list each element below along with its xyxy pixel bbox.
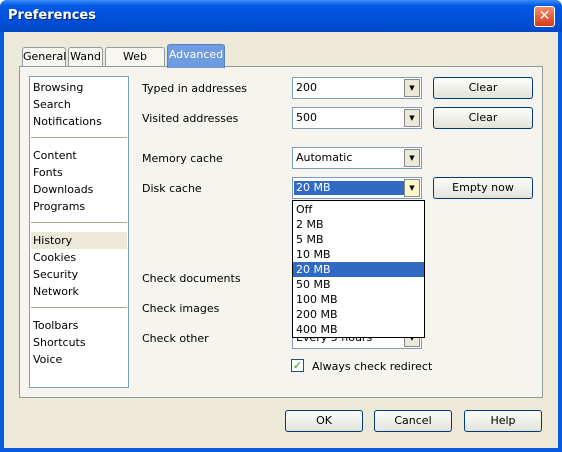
tab-web-pages[interactable]: Web pages xyxy=(105,47,165,81)
sidebar-item-history[interactable]: History xyxy=(31,232,127,249)
disk-cache-option[interactable]: 200 MB xyxy=(293,307,424,322)
disk-cache-select[interactable]: 20 MB ▼ xyxy=(292,177,422,199)
sidebar-item-network[interactable]: Network xyxy=(31,283,127,300)
disk-cache-dropdown-list[interactable]: Off 2 MB 5 MB 10 MB 20 MB 50 MB 100 MB 2… xyxy=(292,200,425,338)
check-other-label: Check other xyxy=(142,332,209,345)
chevron-down-icon[interactable]: ▼ xyxy=(404,149,420,167)
disk-cache-option-selected[interactable]: 20 MB xyxy=(293,262,424,277)
disk-cache-option[interactable]: 100 MB xyxy=(293,292,424,307)
category-list[interactable]: Browsing Search Notifications Content Fo… xyxy=(29,76,129,388)
empty-now-button[interactable]: Empty now xyxy=(433,177,533,199)
sidebar-divider xyxy=(31,307,127,308)
disk-cache-option[interactable]: 5 MB xyxy=(293,232,424,247)
close-icon: ✕ xyxy=(538,8,551,24)
sidebar-item-downloads[interactable]: Downloads xyxy=(31,181,127,198)
visited-addresses-value: 500 xyxy=(296,111,317,124)
sidebar-item-search[interactable]: Search xyxy=(31,96,127,113)
memory-cache-select[interactable]: Automatic ▼ xyxy=(292,147,422,169)
typed-addresses-label: Typed in addresses xyxy=(142,82,247,95)
sidebar-item-voice[interactable]: Voice xyxy=(31,351,127,368)
sidebar-divider xyxy=(31,137,127,138)
dialog-body: General Wand Web pages Advanced Browsing… xyxy=(4,32,558,448)
disk-cache-option[interactable]: Off xyxy=(293,202,424,217)
typed-addresses-value: 200 xyxy=(296,81,317,94)
disk-cache-option[interactable]: 10 MB xyxy=(293,247,424,262)
sidebar-item-shortcuts[interactable]: Shortcuts xyxy=(31,334,127,351)
always-check-redirect-label[interactable]: Always check redirect xyxy=(312,360,432,374)
window-title: Preferences xyxy=(8,8,96,23)
visited-addresses-select[interactable]: 500 ▼ xyxy=(292,107,422,129)
cancel-button[interactable]: Cancel xyxy=(374,410,452,432)
check-images-label: Check images xyxy=(142,302,220,315)
preferences-window: Preferences ✕ General Wand Web pages Adv… xyxy=(0,0,562,452)
sidebar-item-cookies[interactable]: Cookies xyxy=(31,249,127,266)
clear-visited-button[interactable]: Clear xyxy=(433,107,533,129)
close-button[interactable]: ✕ xyxy=(534,6,555,27)
ok-button[interactable]: OK xyxy=(285,410,363,432)
disk-cache-value: 20 MB xyxy=(294,181,404,195)
memory-cache-value: Automatic xyxy=(296,151,353,164)
advanced-panel: Browsing Search Notifications Content Fo… xyxy=(19,66,543,398)
memory-cache-label: Memory cache xyxy=(142,152,223,165)
sidebar-item-programs[interactable]: Programs xyxy=(31,198,127,215)
title-bar[interactable]: Preferences ✕ xyxy=(0,0,562,32)
tab-general[interactable]: General xyxy=(22,47,66,67)
chevron-down-icon[interactable]: ▼ xyxy=(404,79,420,97)
typed-addresses-select[interactable]: 200 ▼ xyxy=(292,77,422,99)
sidebar-divider xyxy=(31,222,127,223)
chevron-down-icon[interactable]: ▼ xyxy=(404,179,420,197)
tab-advanced[interactable]: Advanced xyxy=(167,44,225,68)
clear-typed-button[interactable]: Clear xyxy=(433,77,533,99)
always-check-redirect-checkbox[interactable]: ✓ xyxy=(291,359,304,372)
checkmark-icon: ✓ xyxy=(292,359,303,372)
disk-cache-option[interactable]: 400 MB xyxy=(293,322,424,337)
disk-cache-label: Disk cache xyxy=(142,182,202,195)
sidebar-item-toolbars[interactable]: Toolbars xyxy=(31,317,127,334)
disk-cache-option[interactable]: 50 MB xyxy=(293,277,424,292)
sidebar-item-notifications[interactable]: Notifications xyxy=(31,113,127,130)
sidebar-item-browsing[interactable]: Browsing xyxy=(31,79,127,96)
sidebar-item-content[interactable]: Content xyxy=(31,147,127,164)
visited-addresses-label: Visited addresses xyxy=(142,112,239,125)
disk-cache-option[interactable]: 2 MB xyxy=(293,217,424,232)
sidebar-item-security[interactable]: Security xyxy=(31,266,127,283)
check-documents-label: Check documents xyxy=(142,272,241,285)
tab-wand[interactable]: Wand xyxy=(68,47,103,67)
help-button[interactable]: Help xyxy=(464,410,542,432)
chevron-down-icon[interactable]: ▼ xyxy=(404,109,420,127)
sidebar-item-fonts[interactable]: Fonts xyxy=(31,164,127,181)
